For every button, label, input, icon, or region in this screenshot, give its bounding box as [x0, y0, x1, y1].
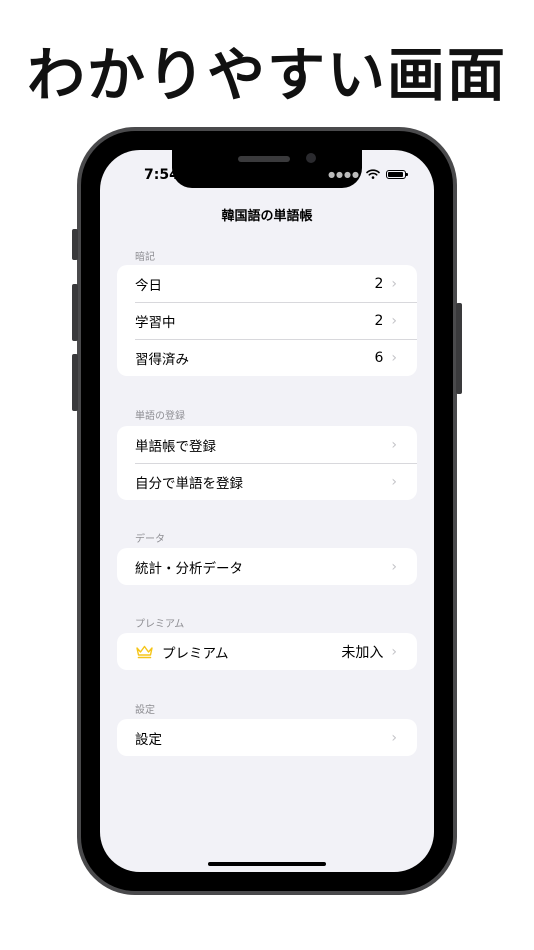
battery-icon — [386, 169, 408, 179]
row-settings[interactable]: 設定 › — [117, 719, 417, 756]
row-label: 習得済み — [135, 351, 189, 368]
row-count: 6 — [374, 349, 384, 366]
section-header-register: 単語の登録 — [135, 411, 185, 422]
row-label: 設定 — [135, 731, 162, 748]
chevron-right-icon: › — [391, 436, 397, 453]
section-header-premium: プレミアム — [135, 619, 185, 630]
front-camera — [306, 153, 316, 163]
volume-up-button — [72, 284, 78, 341]
row-mastered[interactable]: 習得済み 6 › — [117, 339, 417, 376]
row-label: 今日 — [135, 277, 162, 294]
section-header-memorize: 暗記 — [135, 252, 155, 263]
group-memorize: 今日 2 › 学習中 2 › 習得済み 6 › — [117, 265, 417, 376]
group-settings: 設定 › — [117, 719, 417, 756]
speaker — [238, 156, 290, 162]
wifi-icon — [366, 169, 380, 179]
row-premium[interactable]: プレミアム 未加入 › — [117, 633, 417, 670]
row-label: プレミアム — [162, 645, 229, 662]
status-indicators: ●●●● — [328, 169, 408, 179]
chevron-right-icon: › — [391, 729, 397, 746]
group-data: 統計・分析データ › — [117, 548, 417, 585]
chevron-right-icon: › — [391, 349, 397, 366]
row-label: 学習中 — [135, 314, 176, 331]
nav-title: 韓国語の単語帳 — [221, 209, 313, 224]
row-label: 単語帳で登録 — [135, 438, 216, 455]
row-today[interactable]: 今日 2 › — [117, 265, 417, 302]
status-time: 7:54 — [144, 167, 179, 183]
chevron-right-icon: › — [391, 473, 397, 490]
silent-switch — [72, 229, 78, 260]
chevron-right-icon: › — [391, 558, 397, 575]
premium-status: 未加入 — [341, 644, 384, 661]
power-button — [456, 303, 462, 394]
crown-icon — [135, 644, 154, 659]
chevron-right-icon: › — [391, 643, 397, 660]
row-count: 2 — [374, 275, 384, 292]
row-count: 2 — [374, 312, 384, 329]
group-register: 単語帳で登録 › 自分で単語を登録 › — [117, 426, 417, 500]
chevron-right-icon: › — [391, 312, 397, 329]
phone-screen: 7:54 ●●●● 韓国語の単語帳 暗記 今日 2 › 学習中 2 › 習得済み… — [100, 150, 434, 872]
cellular-signal-icon: ●●●● — [328, 169, 360, 179]
row-register-custom[interactable]: 自分で単語を登録 › — [117, 463, 417, 500]
promo-headline: わかりやすい画面 — [26, 41, 507, 109]
section-header-settings: 設定 — [135, 705, 155, 716]
chevron-right-icon: › — [391, 275, 397, 292]
home-indicator[interactable] — [208, 862, 326, 866]
row-label: 統計・分析データ — [135, 560, 243, 577]
row-label: 自分で単語を登録 — [135, 475, 243, 492]
group-premium: プレミアム 未加入 › — [117, 633, 417, 670]
row-statistics[interactable]: 統計・分析データ › — [117, 548, 417, 585]
volume-down-button — [72, 354, 78, 411]
section-header-data: データ — [135, 534, 165, 545]
row-learning[interactable]: 学習中 2 › — [117, 302, 417, 339]
row-register-from-book[interactable]: 単語帳で登録 › — [117, 426, 417, 463]
